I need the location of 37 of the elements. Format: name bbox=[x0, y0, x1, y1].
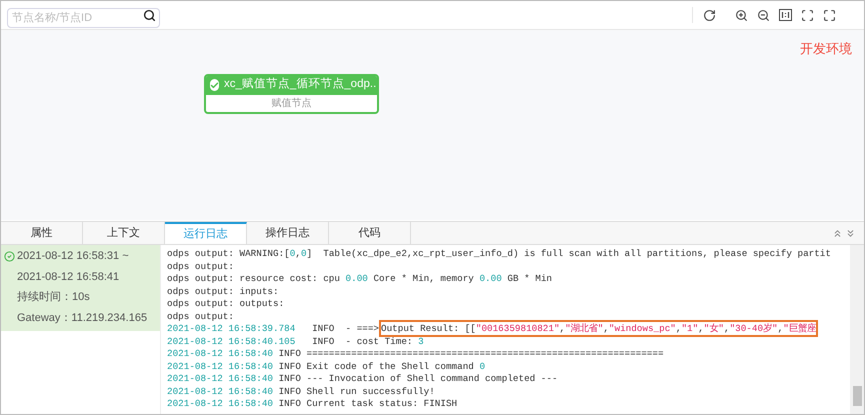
environment-label: 开发环境 bbox=[800, 40, 852, 58]
search-icon[interactable] bbox=[143, 9, 156, 22]
panel-tab[interactable]: 代码 bbox=[329, 222, 411, 244]
success-icon bbox=[210, 79, 219, 91]
fullscreen-icon[interactable] bbox=[823, 8, 836, 22]
log-line: odps output: bbox=[167, 260, 234, 273]
log-line: 2021-08-12 16:58:40 INFO Shell run successfully! bbox=[167, 386, 435, 398]
gateway-text: Gateway：11.219.234.165 bbox=[16, 310, 148, 326]
log-line: 2021-08-12 16:58:39.784 INFO - ===> Output Result: [["0016359810821","湖北省","windows_pc","1","女","30-40岁","巨蟹座 bbox=[167, 323, 818, 336]
end-time: 2021-08-12 16:58:41 bbox=[16, 270, 120, 284]
panel-tab[interactable]: 属性 bbox=[1, 222, 83, 244]
log-line: 2021-08-12 16:58:40 INFO --- Invocation of Shell command completed --- bbox=[167, 373, 558, 386]
highlight-frame: Output Result: [["0016359810821","湖北省","windows_pc","1","女","30-40岁","巨蟹座 bbox=[379, 320, 818, 337]
actual-size-icon[interactable] bbox=[779, 9, 792, 21]
zoom-in-icon[interactable] bbox=[735, 8, 748, 22]
start-time: 2021-08-12 16:58:31 ~ bbox=[17, 249, 129, 264]
log-line: odps output: outputs: bbox=[167, 298, 284, 310]
success-icon bbox=[4, 250, 15, 262]
duration-text: 持续时间：10s bbox=[16, 290, 91, 305]
log-line: 2021-08-12 16:58:40 INFO Exit code of the Shell command 0 bbox=[167, 360, 486, 373]
log-line: odps output: WARNING:[0,0] Table(xc_dpe_e2,xc_rpt_user_info_d) is full scan with all partitions, please specify partit bbox=[167, 248, 831, 260]
log-line: 2021-08-12 16:58:40.105 INFO - cost Time: 3 bbox=[167, 336, 424, 348]
refresh-icon[interactable] bbox=[703, 8, 716, 22]
log-line: 2021-08-12 16:58:40 INFO ================================================================ bbox=[167, 348, 664, 360]
scrollbar[interactable] bbox=[850, 245, 864, 414]
log-line: 2021-08-12 16:58:40 INFO Current task status: FINISH bbox=[167, 398, 458, 410]
collapse-icon[interactable] bbox=[832, 228, 843, 238]
zoom-out-icon[interactable] bbox=[757, 8, 770, 22]
panel-tab[interactable]: 操作日志 bbox=[247, 222, 329, 244]
fit-view-icon[interactable] bbox=[801, 8, 814, 22]
node-title: xc_赋值节点_循环节点_odp... bbox=[224, 76, 377, 92]
node-type: 赋值节点 bbox=[272, 96, 312, 110]
log-line: odps output: resource cost: cpu 0.00 Core * Min, memory 0.00 GB * Min bbox=[167, 273, 552, 286]
expand-icon[interactable] bbox=[845, 228, 856, 238]
log-line: odps output: bbox=[167, 310, 234, 323]
log-line: odps output: inputs: bbox=[167, 286, 279, 298]
search-field[interactable]: 节点名称/节点ID bbox=[7, 8, 160, 28]
